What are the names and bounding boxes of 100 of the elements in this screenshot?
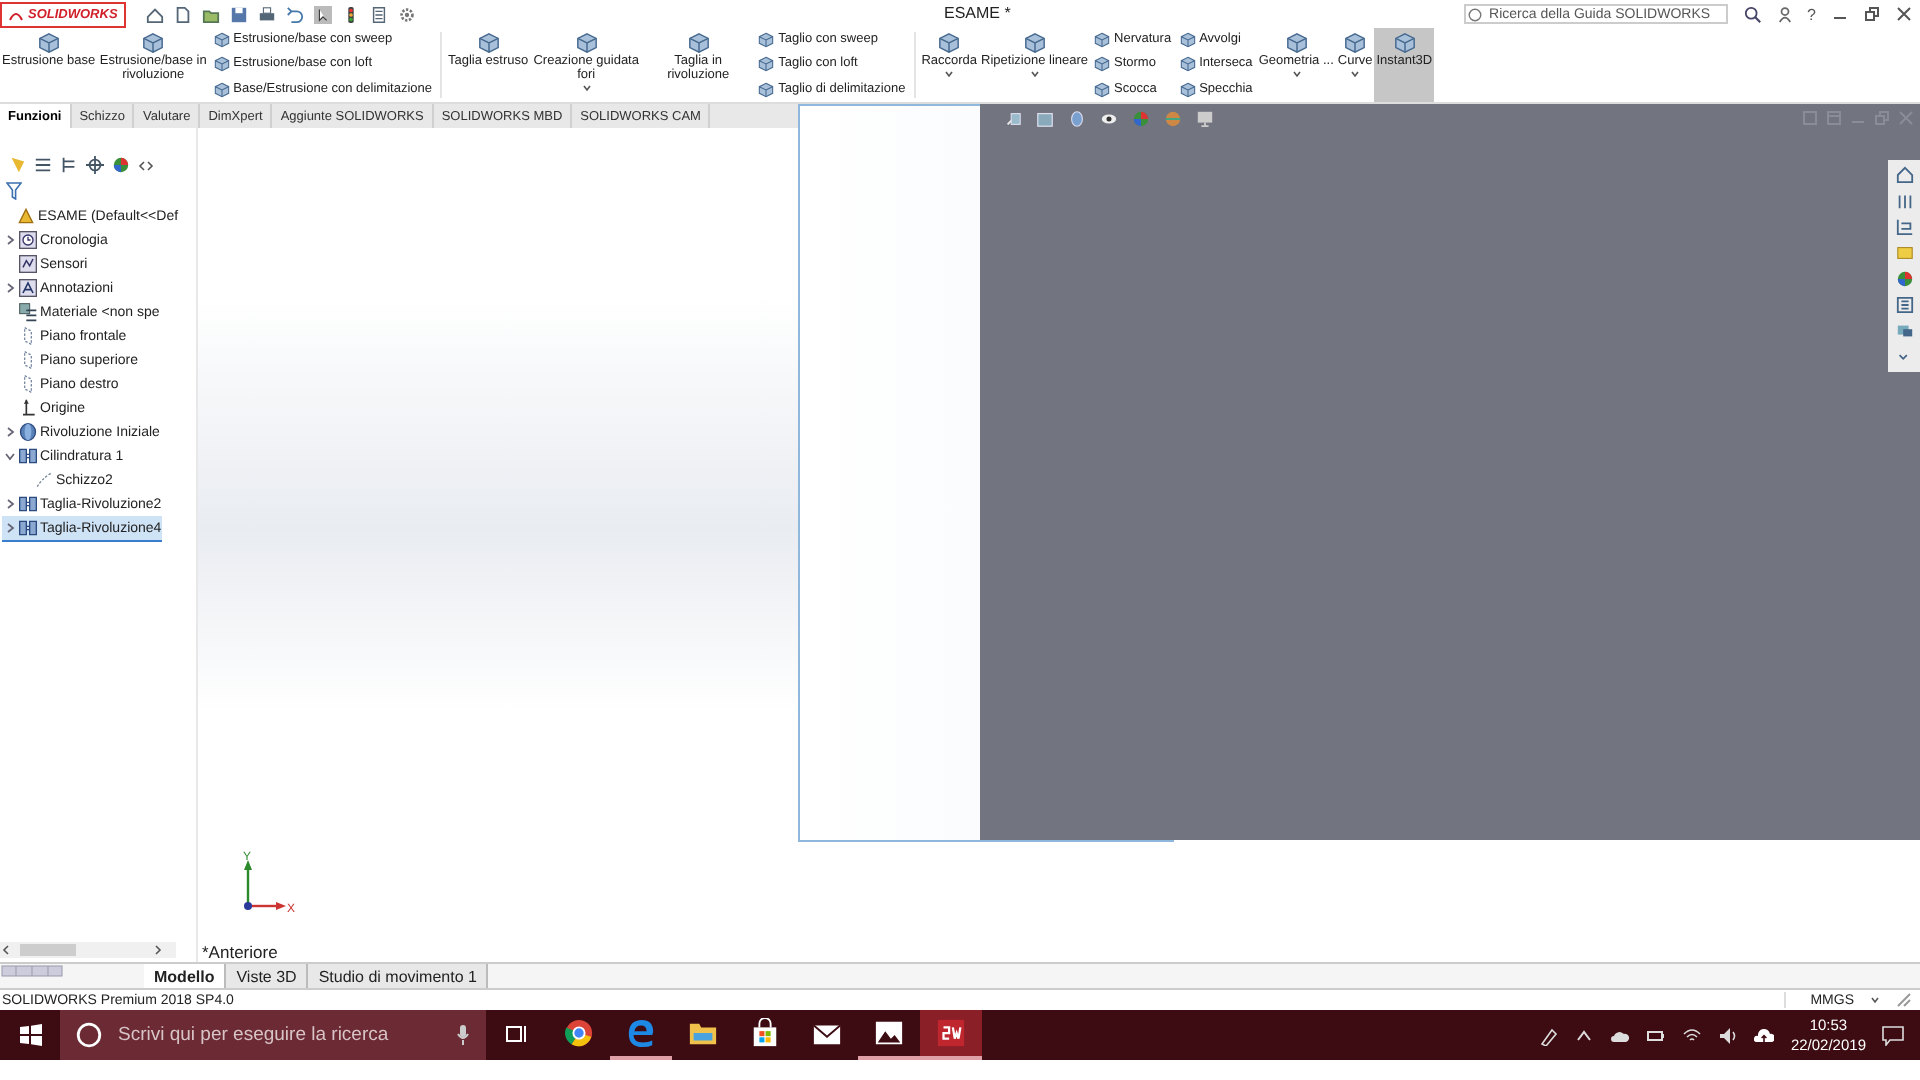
block-icon xyxy=(1094,56,1111,73)
scroll-arrows-icon[interactable] xyxy=(138,159,154,171)
shopping-bag-icon xyxy=(750,1018,780,1048)
caret-icon[interactable] xyxy=(1029,70,1040,78)
model-tab[interactable]: Viste 3D xyxy=(226,964,309,988)
home-icon[interactable] xyxy=(145,5,164,23)
block-icon xyxy=(213,56,230,73)
block-icon xyxy=(1344,32,1367,54)
help-menu[interactable]: ? xyxy=(1807,5,1816,23)
windows-icon[interactable] xyxy=(19,1024,41,1046)
block-icon xyxy=(37,32,60,54)
block-icon xyxy=(1393,32,1416,54)
chrome-icon xyxy=(564,1018,594,1048)
origin-icon xyxy=(18,398,38,418)
caret-icon[interactable] xyxy=(4,426,16,438)
appearance-icon[interactable] xyxy=(112,156,130,174)
caret-icon[interactable] xyxy=(4,234,16,246)
user-icon[interactable] xyxy=(1777,5,1792,23)
restore-icon[interactable] xyxy=(1864,6,1880,22)
block-icon xyxy=(1094,32,1111,49)
block-icon xyxy=(142,32,165,54)
battery-icon[interactable] xyxy=(1646,1025,1667,1045)
target-icon[interactable] xyxy=(86,156,104,174)
caret-icon[interactable] xyxy=(1291,70,1302,78)
window-title: ESAME * xyxy=(944,4,1011,22)
appearance-icon[interactable] xyxy=(1895,270,1913,288)
microphone-icon[interactable] xyxy=(456,1024,470,1046)
pen-icon[interactable] xyxy=(1538,1025,1559,1045)
caret-icon[interactable] xyxy=(4,522,16,534)
cut-icon xyxy=(18,446,38,466)
block-icon xyxy=(1179,32,1196,49)
print-icon[interactable] xyxy=(257,5,276,23)
file-explorer-icon[interactable] xyxy=(1895,218,1913,236)
caret-icon[interactable] xyxy=(581,84,592,92)
filter-icon[interactable] xyxy=(6,182,22,200)
search-icon[interactable] xyxy=(1743,5,1762,23)
sketch-icon xyxy=(34,470,54,490)
part-icon xyxy=(16,206,36,226)
folder-icon xyxy=(688,1018,718,1048)
cut-icon xyxy=(18,494,38,514)
select-arrow-icon[interactable] xyxy=(313,5,332,23)
resize-grip-icon xyxy=(1896,992,1912,1008)
block-icon xyxy=(1179,56,1196,73)
picture-icon xyxy=(874,1018,904,1048)
palette-icon[interactable] xyxy=(1895,244,1913,262)
circle-icon xyxy=(76,1022,102,1048)
open-folder-icon[interactable] xyxy=(201,5,220,23)
block-icon xyxy=(938,32,961,54)
search-input[interactable]: Scrivi qui per eseguire la ricerca xyxy=(114,1022,444,1048)
clock-icon xyxy=(18,230,38,250)
view-box-icon[interactable] xyxy=(1036,110,1054,128)
wifi-icon[interactable] xyxy=(1682,1025,1703,1045)
block-icon xyxy=(477,32,500,54)
eye-icon[interactable] xyxy=(1100,110,1118,128)
block-icon xyxy=(758,32,775,49)
library-icon[interactable] xyxy=(1895,192,1913,210)
edge-icon xyxy=(626,1018,656,1048)
caret-icon[interactable] xyxy=(4,450,16,462)
caret-icon[interactable] xyxy=(4,498,16,510)
block-icon xyxy=(1179,81,1196,98)
chevron-up-icon[interactable] xyxy=(1574,1025,1595,1045)
block-icon xyxy=(1023,32,1046,54)
caret-icon[interactable] xyxy=(1870,996,1880,1004)
block-icon xyxy=(758,81,775,98)
gear-icon[interactable] xyxy=(397,5,416,23)
revolve-icon xyxy=(18,422,38,442)
caret-icon[interactable] xyxy=(4,282,16,294)
block-icon xyxy=(1094,81,1111,98)
task-view-icon[interactable] xyxy=(506,1023,528,1043)
monitor-icon[interactable] xyxy=(1196,110,1214,128)
close-icon[interactable] xyxy=(1896,6,1912,22)
sensor-icon xyxy=(18,254,38,274)
logo-mark-icon xyxy=(8,7,24,21)
model-tab[interactable]: Modello xyxy=(144,964,227,988)
new-document-icon[interactable] xyxy=(173,5,192,23)
caret-icon[interactable] xyxy=(944,70,955,78)
block-icon xyxy=(1285,32,1308,54)
cut-icon xyxy=(18,518,38,538)
search-field[interactable]: Scrivi qui per eseguire la ricerca xyxy=(60,1010,486,1060)
block-icon xyxy=(213,81,230,98)
custom-properties-icon[interactable] xyxy=(1895,296,1913,314)
file-properties-icon[interactable] xyxy=(369,5,388,23)
block-icon xyxy=(213,32,230,49)
model-tab[interactable]: Studio di movimento 1 xyxy=(308,964,489,988)
speaker-icon[interactable] xyxy=(1718,1025,1739,1045)
property-list-icon[interactable] xyxy=(34,156,52,174)
block-icon xyxy=(758,56,775,73)
upload-cloud-icon[interactable] xyxy=(1754,1025,1775,1045)
taskbar-button[interactable] xyxy=(920,1010,982,1060)
undo-icon[interactable] xyxy=(285,5,304,23)
notification-icon[interactable] xyxy=(1882,1025,1904,1045)
configuration-icon[interactable] xyxy=(60,156,78,174)
annotation-icon xyxy=(18,278,38,298)
home-icon[interactable] xyxy=(1895,166,1913,184)
caret-icon[interactable] xyxy=(1350,70,1361,78)
view-label: *Anteriore xyxy=(202,942,278,962)
save-icon[interactable] xyxy=(229,5,248,23)
block-icon xyxy=(575,32,598,54)
horizontal-scrollbar[interactable] xyxy=(0,942,176,958)
material-icon xyxy=(18,302,38,322)
